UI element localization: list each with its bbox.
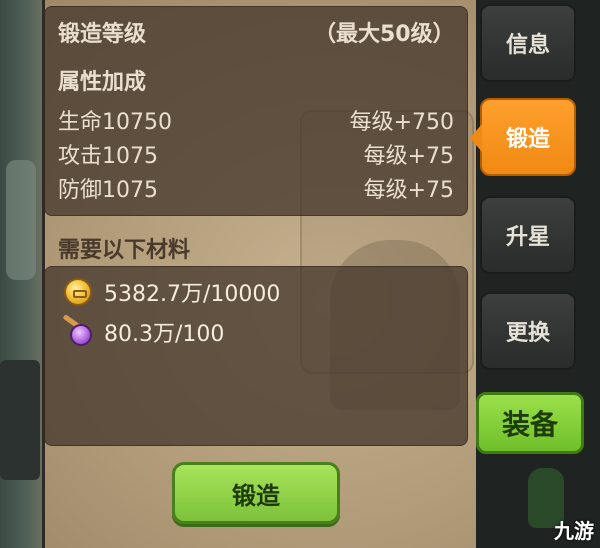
potion-body — [70, 324, 92, 346]
stat-defense: 防御1075 — [58, 178, 158, 203]
gold-coin-icon — [64, 278, 92, 306]
forge-button[interactable]: 锻造 — [172, 462, 340, 524]
equip-button[interactable]: 装备 — [476, 392, 584, 454]
tab-replace[interactable]: 更换 — [480, 292, 576, 370]
watermark: 九游 — [554, 519, 594, 543]
left-deco-shadow — [0, 360, 40, 480]
stat-defense-per-level: 每级+75 — [363, 178, 454, 203]
tab-info[interactable]: 信息 — [480, 4, 576, 82]
potion-amount: 80.3万/100 — [104, 322, 225, 347]
left-character-edge — [0, 0, 45, 548]
side-tab-column — [476, 0, 600, 548]
tab-star-up[interactable]: 升星 — [480, 196, 576, 274]
materials-title: 需要以下材料 — [58, 238, 191, 263]
active-tab-pointer — [470, 124, 482, 152]
forge-level-label: 锻造等级 — [58, 22, 147, 47]
bonus-title: 属性加成 — [58, 70, 147, 95]
stat-attack-per-level: 每级+75 — [363, 144, 454, 169]
stat-hp-per-level: 每级+750 — [349, 110, 454, 135]
tab-forge[interactable]: 锻造 — [480, 98, 576, 176]
stat-hp: 生命10750 — [58, 110, 172, 135]
max-level-note: （最大50级） — [314, 22, 455, 47]
purple-potion-icon — [62, 314, 96, 350]
gold-amount: 5382.7万/10000 — [104, 282, 281, 307]
left-deco-highlight — [6, 160, 36, 280]
stat-attack: 攻击1075 — [58, 144, 158, 169]
